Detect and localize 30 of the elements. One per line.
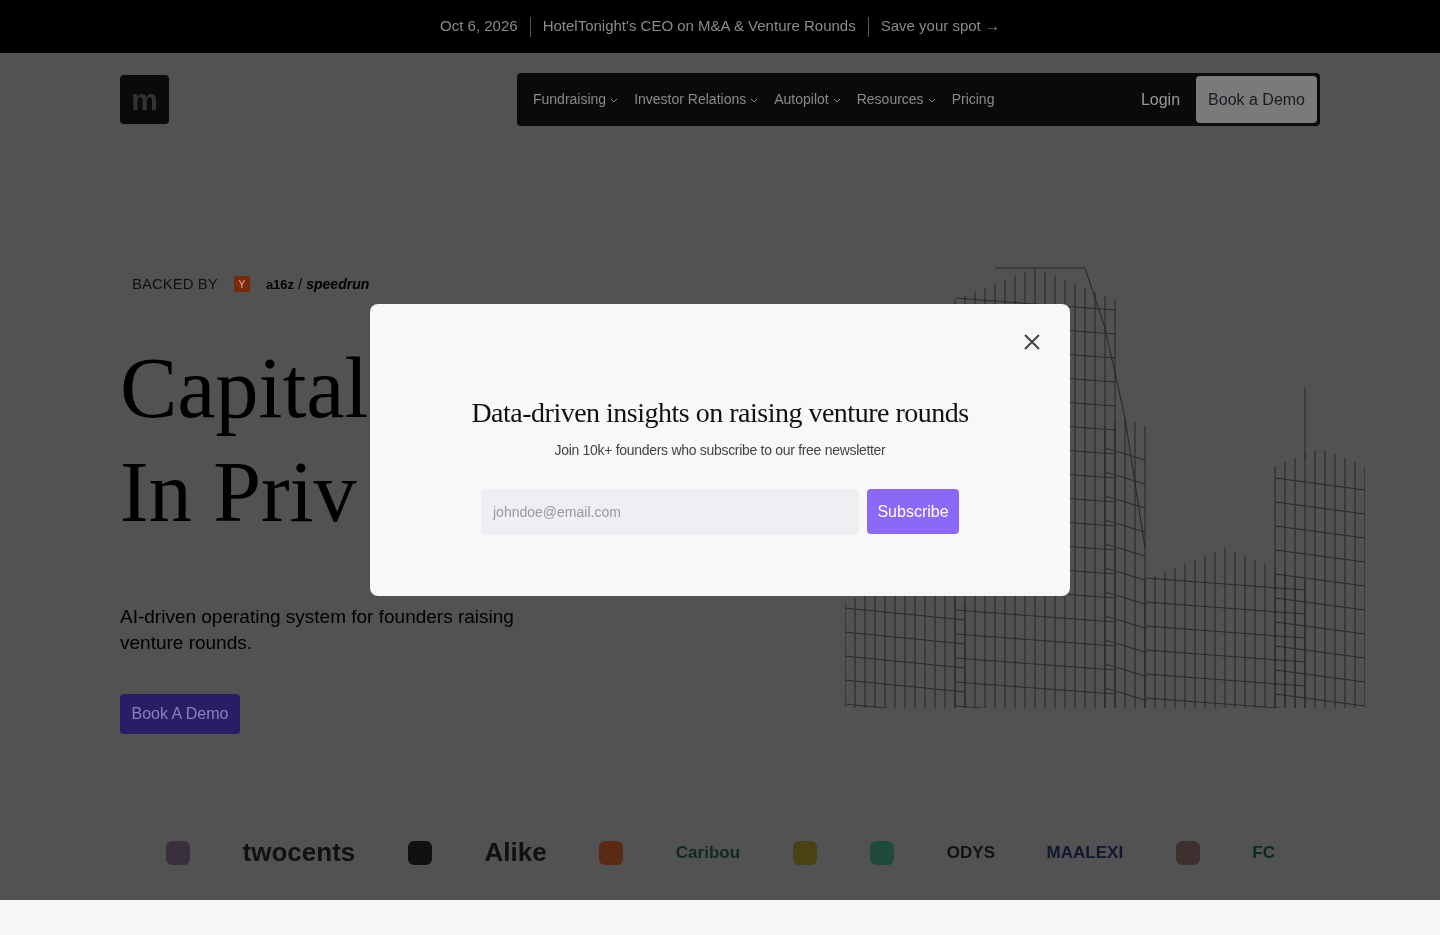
book-demo-button[interactable]: Book a Demo [1196,76,1317,123]
company-logo: Alike [484,836,547,869]
company-logo: Caribou [675,841,741,864]
backed-by-label: BACKED BY [132,274,218,294]
nav-menu-item[interactable]: Investor Relations [634,89,759,110]
company-logo: ODYS [946,841,995,864]
event-date: Oct 6, 2026 [439,16,519,37]
backer-logo: Y [233,276,250,293]
event-headline: HotelTonight's CEO on M&A & Venture Rounds [541,16,857,37]
subscribe-button[interactable]: Subscribe [867,489,959,534]
dialog-title: Data-driven insights on raising venture rounds [471,396,969,430]
nav-menu-item[interactable]: Autopilot [774,89,841,110]
email-field[interactable]: johndoe@email.com [481,489,859,535]
close-icon[interactable] [1022,332,1042,352]
hero-headline: In Priv [120,442,357,542]
dialog-subtitle: Join 10k+ founders who subscribe to our free newsletter [554,441,886,460]
nav-menu-item[interactable]: Pricing [951,89,995,110]
slash-separator: / [298,274,303,294]
save-spot-link[interactable]: Save your spot → [868,15,1012,38]
nav-menu-item[interactable]: Resources [856,89,936,110]
company-logo: MAALEXI [1046,841,1124,864]
backer-wordmark: a16z [265,275,295,294]
login-link[interactable]: Login [1140,87,1181,112]
hero-headline: Capital [120,338,369,438]
book-demo-button[interactable]: Book A Demo [120,693,240,734]
company-logo: FC [1252,841,1275,864]
hero-subtitle: AI-driven operating system for founders raising venture rounds. [120,604,515,655]
backer-wordmark: speedrun [306,274,370,294]
nav-menu-item[interactable]: Fundraising [533,89,619,110]
company-logo: twocents [242,836,356,869]
